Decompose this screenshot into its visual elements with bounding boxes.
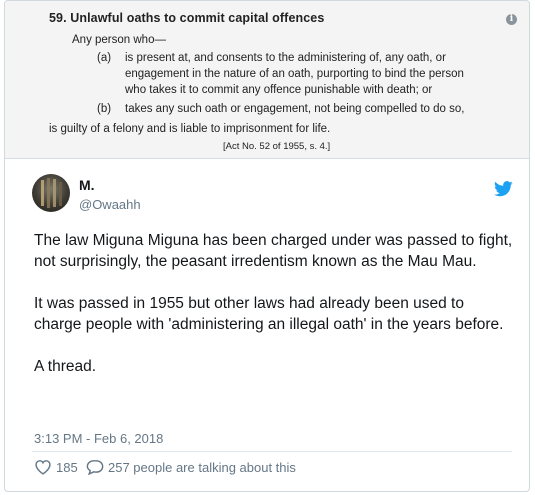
item-b-marker: (b) — [97, 103, 112, 115]
item-b-text: takes any such oath or engagement, not b… — [125, 103, 465, 115]
likes-count: 185 — [56, 459, 78, 475]
tweet-image[interactable]: 59. Unlawful oaths to commit capital off… — [5, 1, 529, 159]
info-icon[interactable]: i — [506, 14, 517, 25]
twitter-bird-icon[interactable] — [494, 181, 513, 197]
divider — [32, 451, 512, 452]
item-a-line: is present at, and consents to the admin… — [125, 52, 446, 64]
tweet-paragraph: A thread. — [34, 358, 97, 375]
section-intro: Any person who— — [72, 34, 166, 46]
comment-icon — [86, 460, 104, 475]
heart-icon — [35, 460, 51, 475]
item-a-marker: (a) — [97, 52, 112, 64]
reply-button[interactable]: 257 people are talking about this — [86, 459, 296, 475]
avatar[interactable] — [32, 174, 70, 212]
author-handle[interactable]: @Owaahh — [79, 197, 141, 212]
section-citation: [Act No. 52 of 1955, s. 4.] — [223, 141, 331, 152]
section-title: 59. Unlawful oaths to commit capital off… — [49, 11, 325, 25]
tweet-paragraph: The law Miguna Miguna has been charged u… — [34, 232, 513, 270]
item-a-line: engagement in the nature of an oath, pur… — [125, 68, 464, 80]
tweet-card: 59. Unlawful oaths to commit capital off… — [4, 0, 530, 492]
section-conclusion: is guilty of a felony and is liable to i… — [49, 123, 331, 135]
tweet-paragraph: It was passed in 1955 but other laws had… — [34, 295, 504, 333]
tweet-text: The law Miguna Miguna has been charged u… — [34, 230, 514, 398]
item-a-line: who takes it to commit any offence punis… — [125, 84, 433, 96]
author-name[interactable]: M. — [79, 177, 95, 193]
replies-label: 257 people are talking about this — [108, 459, 296, 475]
tweet-timestamp[interactable]: 3:13 PM - Feb 6, 2018 — [34, 431, 163, 446]
like-button[interactable]: 185 — [34, 459, 78, 475]
